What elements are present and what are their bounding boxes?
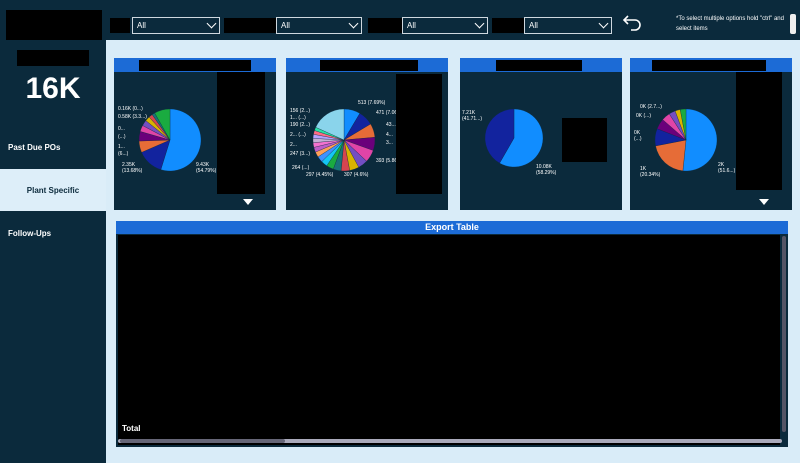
filter-label-placeholder — [110, 18, 130, 33]
nav-item-plant-specific[interactable]: Plant Specific — [0, 169, 106, 211]
card-title-placeholder — [139, 60, 251, 71]
pie-label: 297 (4.45%) — [306, 172, 334, 178]
pie-label: 0K (2.7...) — [640, 104, 662, 110]
pie-label: 2... — [290, 142, 297, 148]
pie-label: 0.16K (0...) — [118, 106, 143, 112]
pie-card-4: 0K (2.7...) 0K (...) 0K (...) 1K (20.34%… — [630, 58, 792, 210]
nav-item-follow-ups[interactable]: Follow-Ups — [0, 212, 106, 254]
triangle-down-icon[interactable] — [243, 199, 253, 205]
pie-label: 1... — [118, 144, 125, 150]
horizontal-scroll-thumb[interactable] — [120, 439, 285, 443]
multi-select-hint: *To select multiple options hold "ctrl" … — [676, 16, 784, 32]
kpi-value: 16K — [25, 72, 81, 105]
table-title: Export Table — [116, 221, 788, 234]
pie-label: 4... — [386, 132, 393, 138]
filter-label-placeholder — [492, 18, 524, 33]
pie-label: 7.21K (41.71...) — [462, 110, 483, 122]
kpi-label-placeholder — [17, 50, 89, 66]
pie-label: 1K (20.34%) — [640, 166, 661, 178]
filter-label-placeholder — [224, 18, 276, 33]
pie-label: 190 (2...) — [290, 122, 311, 128]
filter-value: All — [529, 21, 538, 30]
vertical-scrollbar[interactable] — [782, 236, 786, 432]
pie-label: 10.08K (58.29%) — [536, 164, 557, 176]
pie-label: 0.58K (3.3...) — [118, 114, 147, 120]
pie-card-3: 7.21K (41.71...) 10.08K (58.29%) — [460, 58, 622, 210]
pie-slice[interactable] — [682, 108, 718, 172]
legend-placeholder — [396, 74, 442, 194]
chevron-down-icon — [474, 18, 485, 29]
card-title-placeholder — [320, 60, 418, 71]
pie-label: 0... — [118, 126, 125, 132]
sidebar: 16K Past Due POs Plant Specific Follow-U… — [0, 0, 106, 463]
filter-dropdown-1[interactable]: All — [132, 17, 220, 34]
card-title-placeholder — [496, 60, 582, 71]
pie-label: 0K (...) — [636, 113, 652, 119]
pie-chart-4 — [654, 108, 718, 172]
pie-chart-3 — [484, 108, 544, 168]
triangle-down-icon[interactable] — [759, 199, 769, 205]
filter-dropdown-3[interactable]: All — [402, 17, 488, 34]
pie-card-1: 0.16K (0...) 0.58K (3.3...) 0... (...) 1… — [114, 58, 276, 210]
export-table: Export Table — [116, 221, 788, 447]
nav-item-label: Past Due POs — [8, 142, 61, 152]
pie-label: 264 (...) — [292, 165, 310, 171]
filter-dropdown-2[interactable]: All — [276, 17, 362, 34]
chevron-down-icon — [598, 18, 609, 29]
chevron-down-icon — [206, 18, 217, 29]
filter-dropdown-4[interactable]: All — [524, 17, 612, 34]
undo-arrow-icon[interactable] — [622, 12, 644, 34]
filter-value: All — [137, 21, 146, 30]
card-title-placeholder — [652, 60, 766, 71]
pie-label: 156 (2...) — [290, 108, 311, 114]
nav-item-past-due-pos[interactable]: Past Due POs — [0, 126, 106, 168]
table-body — [118, 235, 780, 445]
filter-value: All — [407, 21, 416, 30]
table-total-row: Total — [118, 422, 780, 435]
filter-value: All — [281, 21, 290, 30]
legend-placeholder — [217, 72, 265, 194]
page-scrollbar[interactable] — [790, 14, 796, 34]
pie-chart-2 — [312, 108, 376, 172]
pie-label: 307 (4.6%) — [344, 172, 369, 178]
pie-label: 3... — [386, 140, 393, 146]
pie-label: 513 (7.69%) — [358, 100, 386, 106]
pie-label: 0K (...) — [634, 130, 642, 142]
pie-card-2: 156 (2...) 1... (...) 190 (2...) 2... (.… — [286, 58, 448, 210]
pie-label: 43... — [386, 122, 396, 128]
total-label: Total — [122, 424, 141, 433]
legend-placeholder — [736, 72, 782, 190]
logo-placeholder — [6, 10, 102, 40]
pie-label: 1... (...) — [290, 115, 306, 121]
pie-label: 247 (3...) — [290, 151, 311, 157]
pie-label: 2... (...) — [290, 132, 306, 138]
chevron-down-icon — [348, 18, 359, 29]
nav-item-label: Plant Specific — [26, 185, 80, 195]
filter-label-placeholder — [368, 18, 402, 33]
nav-item-label: Follow-Ups — [8, 228, 52, 238]
pie-label: (6...) — [118, 151, 129, 157]
pie-label: (...) — [118, 134, 126, 140]
pie-label: 2.35K (13.68%) — [122, 162, 143, 174]
legend-placeholder — [562, 118, 607, 162]
